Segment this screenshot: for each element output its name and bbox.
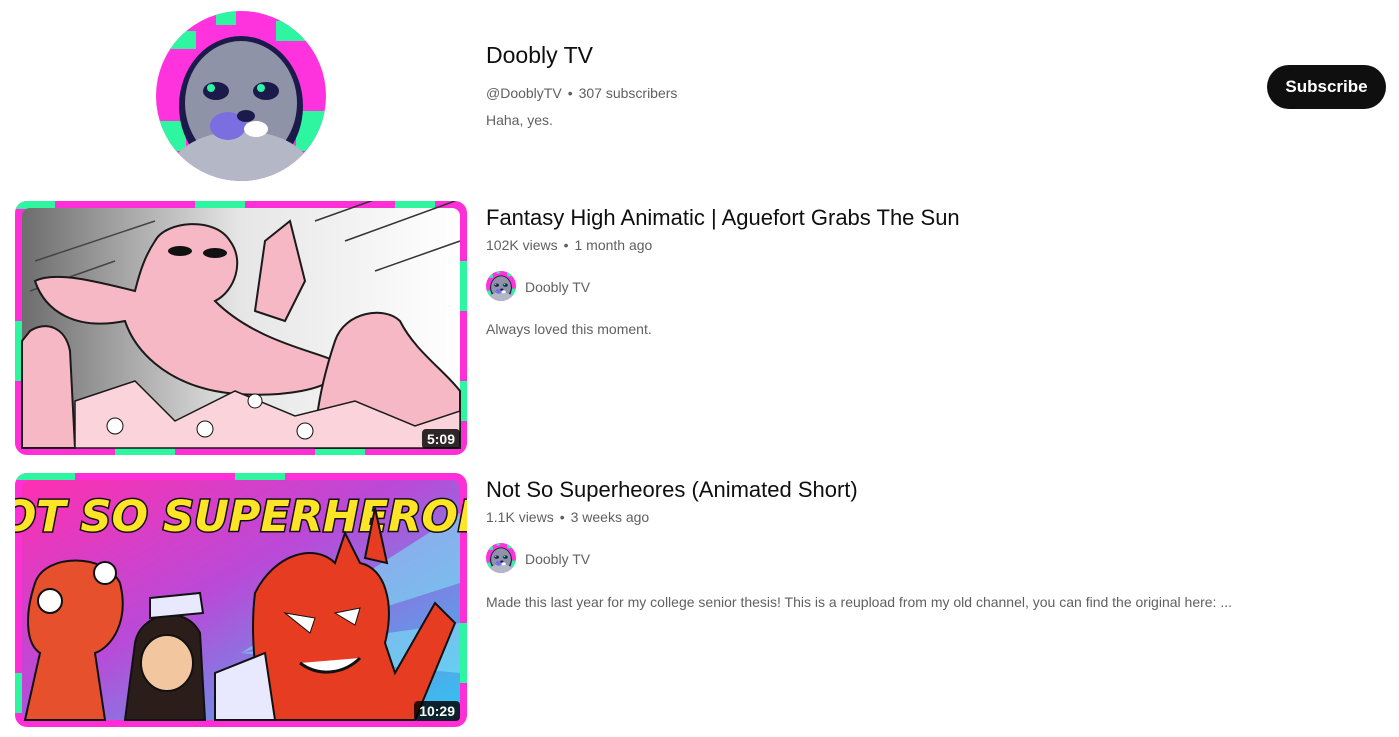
channel-description[interactable]: Haha, yes. <box>486 112 553 128</box>
meta-separator: • <box>559 509 565 525</box>
video-channel-name[interactable]: Doobly TV <box>525 279 590 295</box>
superheroes-thumbnail-art: NOT SO SUPERHEROES <box>15 473 467 727</box>
upload-age: 3 weeks ago <box>570 509 650 525</box>
video-duration: 10:29 <box>414 701 460 721</box>
upload-age: 1 month ago <box>574 237 653 253</box>
video-duration: 5:09 <box>421 429 460 449</box>
channel-mini-avatar[interactable] <box>486 543 516 573</box>
channel-name[interactable]: Doobly TV <box>486 42 593 69</box>
channel-meta: @DooblyTV • 307 subscribers <box>486 85 677 101</box>
channel-avatar[interactable] <box>156 11 326 181</box>
view-count: 1.1K views <box>486 509 554 525</box>
video-row: NOT SO SUPERHEROES 10:29 Not So Superheo… <box>0 473 1399 729</box>
video-channel-name[interactable]: Doobly TV <box>525 551 590 567</box>
meta-separator: • <box>567 85 573 101</box>
video-row: 5:09 Fantasy High Animatic | Aguefort Gr… <box>0 201 1399 457</box>
video-description: Made this last year for my college senio… <box>486 594 1232 610</box>
video-meta: 102K views • 1 month ago <box>486 237 652 253</box>
subscribe-button[interactable]: Subscribe <box>1267 65 1386 109</box>
channel-handle[interactable]: @DooblyTV <box>486 85 562 101</box>
seal-avatar-icon <box>486 271 516 301</box>
channel-mini-avatar[interactable] <box>486 271 516 301</box>
video-thumbnail[interactable]: 5:09 <box>15 201 467 455</box>
seal-avatar-icon <box>156 11 326 181</box>
thumbnail-title-text: NOT SO SUPERHEROES <box>15 492 467 542</box>
video-title[interactable]: Not So Superheores (Animated Short) <box>486 477 858 503</box>
seal-avatar-icon <box>486 543 516 573</box>
aguefort-thumbnail-art <box>15 201 467 455</box>
video-description: Always loved this moment. <box>486 321 652 337</box>
meta-separator: • <box>563 237 569 253</box>
video-thumbnail[interactable]: NOT SO SUPERHEROES 10:29 <box>15 473 467 727</box>
subscriber-count: 307 subscribers <box>578 85 678 101</box>
video-meta: 1.1K views • 3 weeks ago <box>486 509 649 525</box>
view-count: 102K views <box>486 237 558 253</box>
video-title[interactable]: Fantasy High Animatic | Aguefort Grabs T… <box>486 205 960 231</box>
